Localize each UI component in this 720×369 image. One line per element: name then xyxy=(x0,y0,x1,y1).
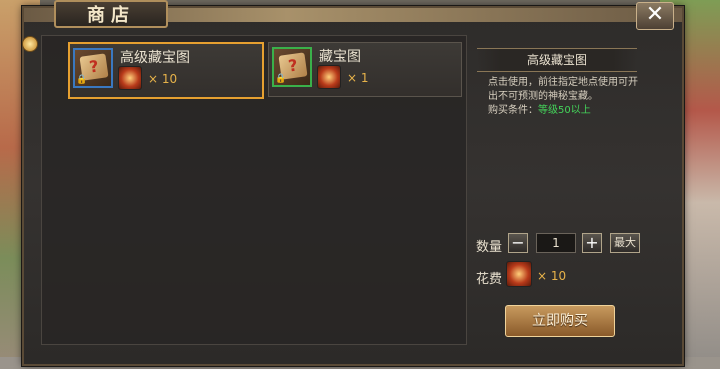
condition-value: 等级50以上 xyxy=(538,105,591,116)
currency-token-icon xyxy=(506,261,532,287)
window-title: 商店 xyxy=(54,0,168,28)
item-name: 藏宝图 xyxy=(319,49,361,65)
item-list: ? 🔒 高级藏宝图 × 10 ? 🔒 藏宝图 × 1 xyxy=(41,35,467,345)
item-card-treasure-map[interactable]: ? 🔒 藏宝图 × 1 xyxy=(268,42,462,97)
close-button[interactable]: ✕ xyxy=(636,2,674,30)
detail-title-bar: 高级藏宝图 xyxy=(477,48,637,72)
item-icon-frame: ? 🔒 xyxy=(272,47,312,87)
purchase-condition: 购买条件：等级50以上 xyxy=(488,104,591,118)
cost-label: 花费 xyxy=(476,272,503,287)
condition-label: 购买条件： xyxy=(488,105,538,116)
cost-currency xyxy=(506,261,532,287)
quantity-input[interactable]: 1 xyxy=(536,233,576,253)
item-card-advanced-treasure-map[interactable]: ? 🔒 高级藏宝图 × 10 xyxy=(68,42,264,99)
item-icon-frame: ? 🔒 xyxy=(73,48,113,88)
item-price: × 1 xyxy=(347,71,369,85)
increase-quantity-button[interactable]: + xyxy=(582,233,602,253)
quantity-label: 数量 xyxy=(476,240,503,255)
detail-description: 点击使用，前往指定地点使用可开出不可预测的神秘宝藏。 xyxy=(488,77,638,102)
item-price: × 10 xyxy=(148,72,178,86)
currency-token-icon xyxy=(118,66,142,90)
max-quantity-button[interactable]: 最大 xyxy=(610,233,640,253)
cost-amount: × 10 xyxy=(537,269,567,283)
decrease-quantity-button[interactable]: − xyxy=(508,233,528,253)
lock-icon: 🔒 xyxy=(76,75,88,85)
currency-token-icon xyxy=(317,65,341,89)
lock-icon: 🔒 xyxy=(275,74,287,84)
detail-title: 高级藏宝图 xyxy=(526,53,587,67)
gem-ornament-icon xyxy=(22,36,38,52)
item-name: 高级藏宝图 xyxy=(120,50,190,66)
buy-now-button[interactable]: 立即购买 xyxy=(505,305,615,337)
